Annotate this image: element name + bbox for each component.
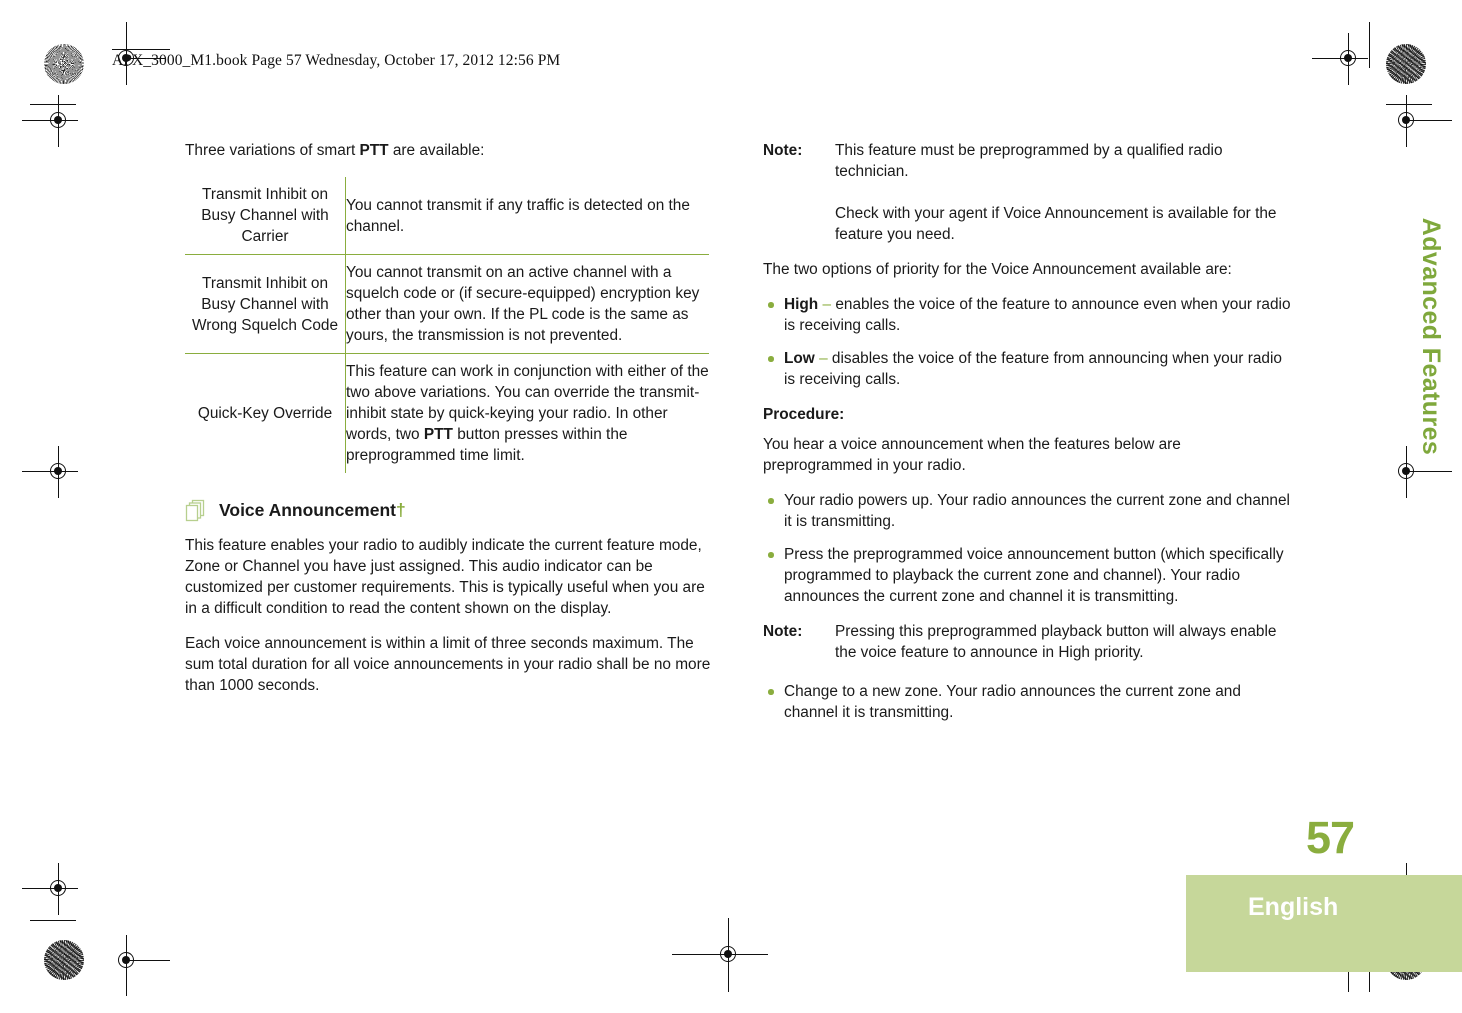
table-row: Transmit Inhibit on Busy Channel with Ca… <box>185 177 709 255</box>
language-block: English <box>1186 875 1462 972</box>
procedure-heading: Procedure: <box>763 406 845 423</box>
filestamp-rule <box>112 49 170 51</box>
registration-starburst-bottom-left <box>44 940 84 980</box>
smart-ptt-variations-table: Transmit Inhibit on Busy Channel with Ca… <box>185 177 709 473</box>
chapter-side-tab: Advanced Features <box>1400 140 1462 532</box>
note-block-1: Note: This feature must be preprogrammed… <box>763 140 1291 245</box>
registration-target-top-right-inner <box>1312 33 1368 85</box>
note-label: Note: <box>763 142 803 159</box>
priority-dash: – <box>819 350 828 367</box>
language-label: English <box>1248 893 1339 921</box>
table-cell-description: You cannot transmit if any traffic is de… <box>346 196 690 235</box>
registration-starburst-top-left <box>44 44 84 84</box>
table-cell-term: Quick-Key Override <box>185 353 346 473</box>
table-cell-description: This feature can work in conjunction wit… <box>345 353 709 473</box>
table-cell-term: Transmit Inhibit on Busy Channel with Ca… <box>185 177 346 255</box>
right-column: Note: This feature must be preprogrammed… <box>763 140 1291 737</box>
left-column: Three variations of smart PTT are availa… <box>185 140 713 710</box>
priority-text-low: disables the voice of the feature from a… <box>784 350 1282 388</box>
list-item: Low – disables the voice of the feature … <box>763 348 1291 390</box>
registration-target-bottom-center <box>672 918 768 992</box>
note-text-1: This feature must be preprogrammed by a … <box>835 142 1223 180</box>
procedure-intro-paragraph: You hear a voice announcement when the f… <box>763 436 1181 474</box>
chapter-tab-label: Advanced Features <box>1417 217 1446 455</box>
document-page: APX_3000_M1.book Page 57 Wednesday, Octo… <box>0 0 1462 1013</box>
note-text-2: Check with your agent if Voice Announcem… <box>835 205 1277 243</box>
section-heading-voice-announcement: Voice Announcement† <box>185 499 713 523</box>
list-item: Change to a new zone. Your radio announc… <box>763 681 1291 723</box>
crop-line-top-right <box>1369 22 1371 68</box>
note-body: This feature must be preprogrammed by a … <box>835 140 1291 245</box>
section-title-text: Voice Announcement <box>219 500 396 520</box>
note-label: Note: <box>763 623 803 640</box>
crop-line-left-upper <box>30 104 76 106</box>
intro-pre: Three variations of smart <box>185 142 360 159</box>
desc-ptt-bold: PTT <box>423 426 453 443</box>
priority-options-list: High – enables the voice of the feature … <box>763 294 1291 390</box>
table-cell-description: You cannot transmit on an active channel… <box>345 254 709 354</box>
crop-line-right-upper <box>1386 104 1432 106</box>
registration-starburst-top-right <box>1386 44 1426 84</box>
voice-announcement-paragraph-1: This feature enables your radio to audib… <box>185 537 705 617</box>
note-body: Pressing this preprogrammed playback but… <box>835 623 1277 661</box>
list-item: Press the preprogrammed voice announceme… <box>763 544 1291 607</box>
priority-label-high: High <box>784 296 819 313</box>
priority-text-high: enables the voice of the feature to anno… <box>784 296 1291 334</box>
registration-target-left-lower <box>22 863 78 915</box>
crop-line-left-lower <box>30 920 76 922</box>
intro-post: are available: <box>388 142 485 159</box>
note-block-2: Note: Pressing this preprogrammed playba… <box>763 621 1291 663</box>
section-dagger: † <box>395 500 406 520</box>
list-item: Your radio powers up. Your radio announc… <box>763 490 1291 532</box>
intro-ptt-bold: PTT <box>359 142 389 159</box>
filestamp-text: APX_3000_M1.book Page 57 Wednesday, Octo… <box>112 52 561 69</box>
intro-paragraph: Three variations of smart PTT are availa… <box>185 140 713 161</box>
priority-dash: – <box>822 296 832 313</box>
registration-target-left-upper <box>22 95 78 147</box>
priority-intro-paragraph: The two options of priority for the Voic… <box>763 261 1232 278</box>
registration-target-right-upper <box>1390 95 1452 147</box>
stacked-pages-icon <box>185 499 209 523</box>
crop-line-bottom-left <box>126 944 128 996</box>
priority-label-low: Low <box>784 350 815 367</box>
final-list: Change to a new zone. Your radio announc… <box>763 681 1291 723</box>
voice-announcement-paragraph-2: Each voice announcement is within a limi… <box>185 635 711 694</box>
table-row: Transmit Inhibit on Busy Channel with Wr… <box>185 254 709 354</box>
list-item: High – enables the voice of the feature … <box>763 294 1291 336</box>
note-spacer <box>835 182 1291 203</box>
table-row: Quick-Key Override This feature can work… <box>185 353 709 473</box>
page-number: 57 <box>1306 812 1355 863</box>
procedure-list: Your radio powers up. Your radio announc… <box>763 490 1291 607</box>
table-cell-term: Transmit Inhibit on Busy Channel with Wr… <box>185 254 346 354</box>
registration-target-left-middle <box>22 446 78 498</box>
